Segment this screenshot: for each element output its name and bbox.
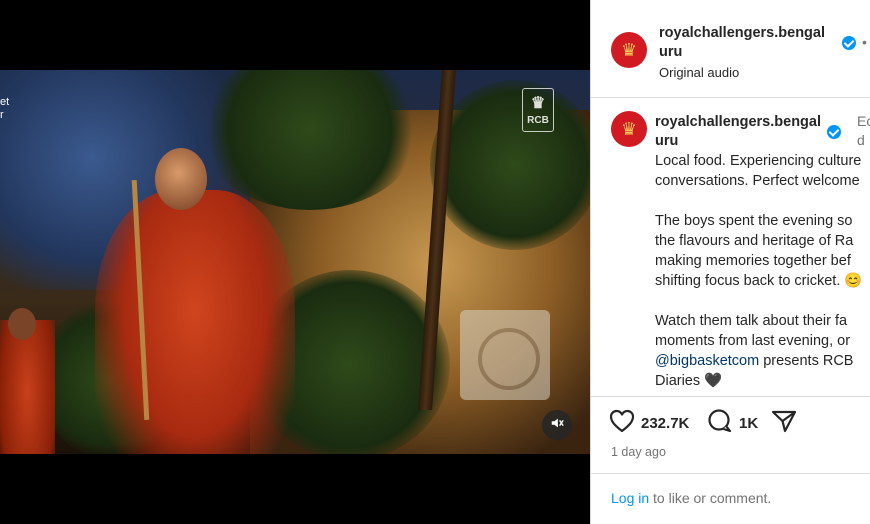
video-ac-unit: [460, 310, 550, 400]
username-line: uru: [659, 44, 683, 60]
caption-text: Local food. Experiencing culture convers…: [655, 151, 870, 391]
video-figure-small: [0, 320, 55, 454]
comment-button[interactable]: 1K: [707, 409, 758, 437]
comment-count: 1K: [739, 414, 759, 432]
rcb-crest-icon: ♛: [620, 39, 638, 60]
post-side-panel: ♛ royalchallengers.bengal uru • Original…: [590, 0, 870, 524]
edited-line: d: [857, 132, 865, 148]
video-figure-small-head: [8, 308, 36, 340]
rcb-crest-icon: ♛: [620, 118, 638, 139]
rcb-watermark-logo: RCB: [522, 88, 554, 132]
avatar[interactable]: ♛: [611, 111, 647, 147]
mute-button[interactable]: [542, 410, 572, 440]
share-button[interactable]: [771, 409, 797, 437]
login-link[interactable]: Log in: [611, 490, 649, 506]
verified-badge-icon: [827, 125, 841, 139]
caption-para: The boys spent the evening so the flavou…: [655, 213, 863, 289]
overlay-line: et: [0, 96, 10, 108]
avatar[interactable]: ♛: [611, 32, 647, 68]
mention-link[interactable]: @bigbasketcom: [655, 353, 759, 369]
username-line: uru: [655, 133, 679, 149]
verified-badge-icon: [842, 36, 856, 50]
login-prompt-text: to like or comment.: [649, 490, 772, 506]
audio-link[interactable]: Original audio: [659, 65, 739, 80]
like-button[interactable]: 232.7K: [609, 409, 689, 437]
caption-username-link[interactable]: royalchallengers.bengal uru: [655, 113, 821, 151]
send-plane-icon: [771, 409, 797, 437]
login-prompt: Log in to like or comment.: [591, 473, 870, 524]
post-header: ♛ royalchallengers.bengal uru • Original…: [591, 0, 870, 98]
edited-line: Ec: [857, 113, 870, 129]
username-line: royalchallengers.bengal: [659, 25, 826, 41]
video-overlay-text: et r: [0, 96, 9, 122]
post-media: et r RCB: [0, 0, 590, 524]
rcb-logo-text: RCB: [527, 115, 549, 126]
post-timestamp[interactable]: 1 day ago: [611, 445, 666, 459]
video-figure-main-head: [155, 148, 207, 210]
comment-bubble-icon: [707, 409, 733, 437]
separator-dot: •: [862, 34, 867, 50]
like-count: 232.7K: [641, 414, 690, 432]
heart-icon: [609, 409, 635, 437]
edited-label: Ec d: [857, 112, 870, 150]
speaker-muted-icon: [550, 416, 564, 435]
username-link[interactable]: royalchallengers.bengal uru: [659, 24, 825, 62]
username-line: royalchallengers.bengal: [655, 114, 822, 130]
overlay-line: r: [0, 109, 4, 121]
caption-para: Local food. Experiencing culture convers…: [655, 153, 862, 189]
post-video[interactable]: [0, 70, 590, 454]
caption-para: Watch them talk about their fa moments f…: [655, 313, 851, 349]
caption-area[interactable]: ♛ royalchallengers.bengal uru Ec d Local…: [591, 99, 870, 395]
video-foliage: [430, 80, 590, 250]
video-figure-main: [95, 190, 295, 454]
action-bar: 232.7K 1K 1 day ago Log in to like or co…: [591, 396, 870, 524]
